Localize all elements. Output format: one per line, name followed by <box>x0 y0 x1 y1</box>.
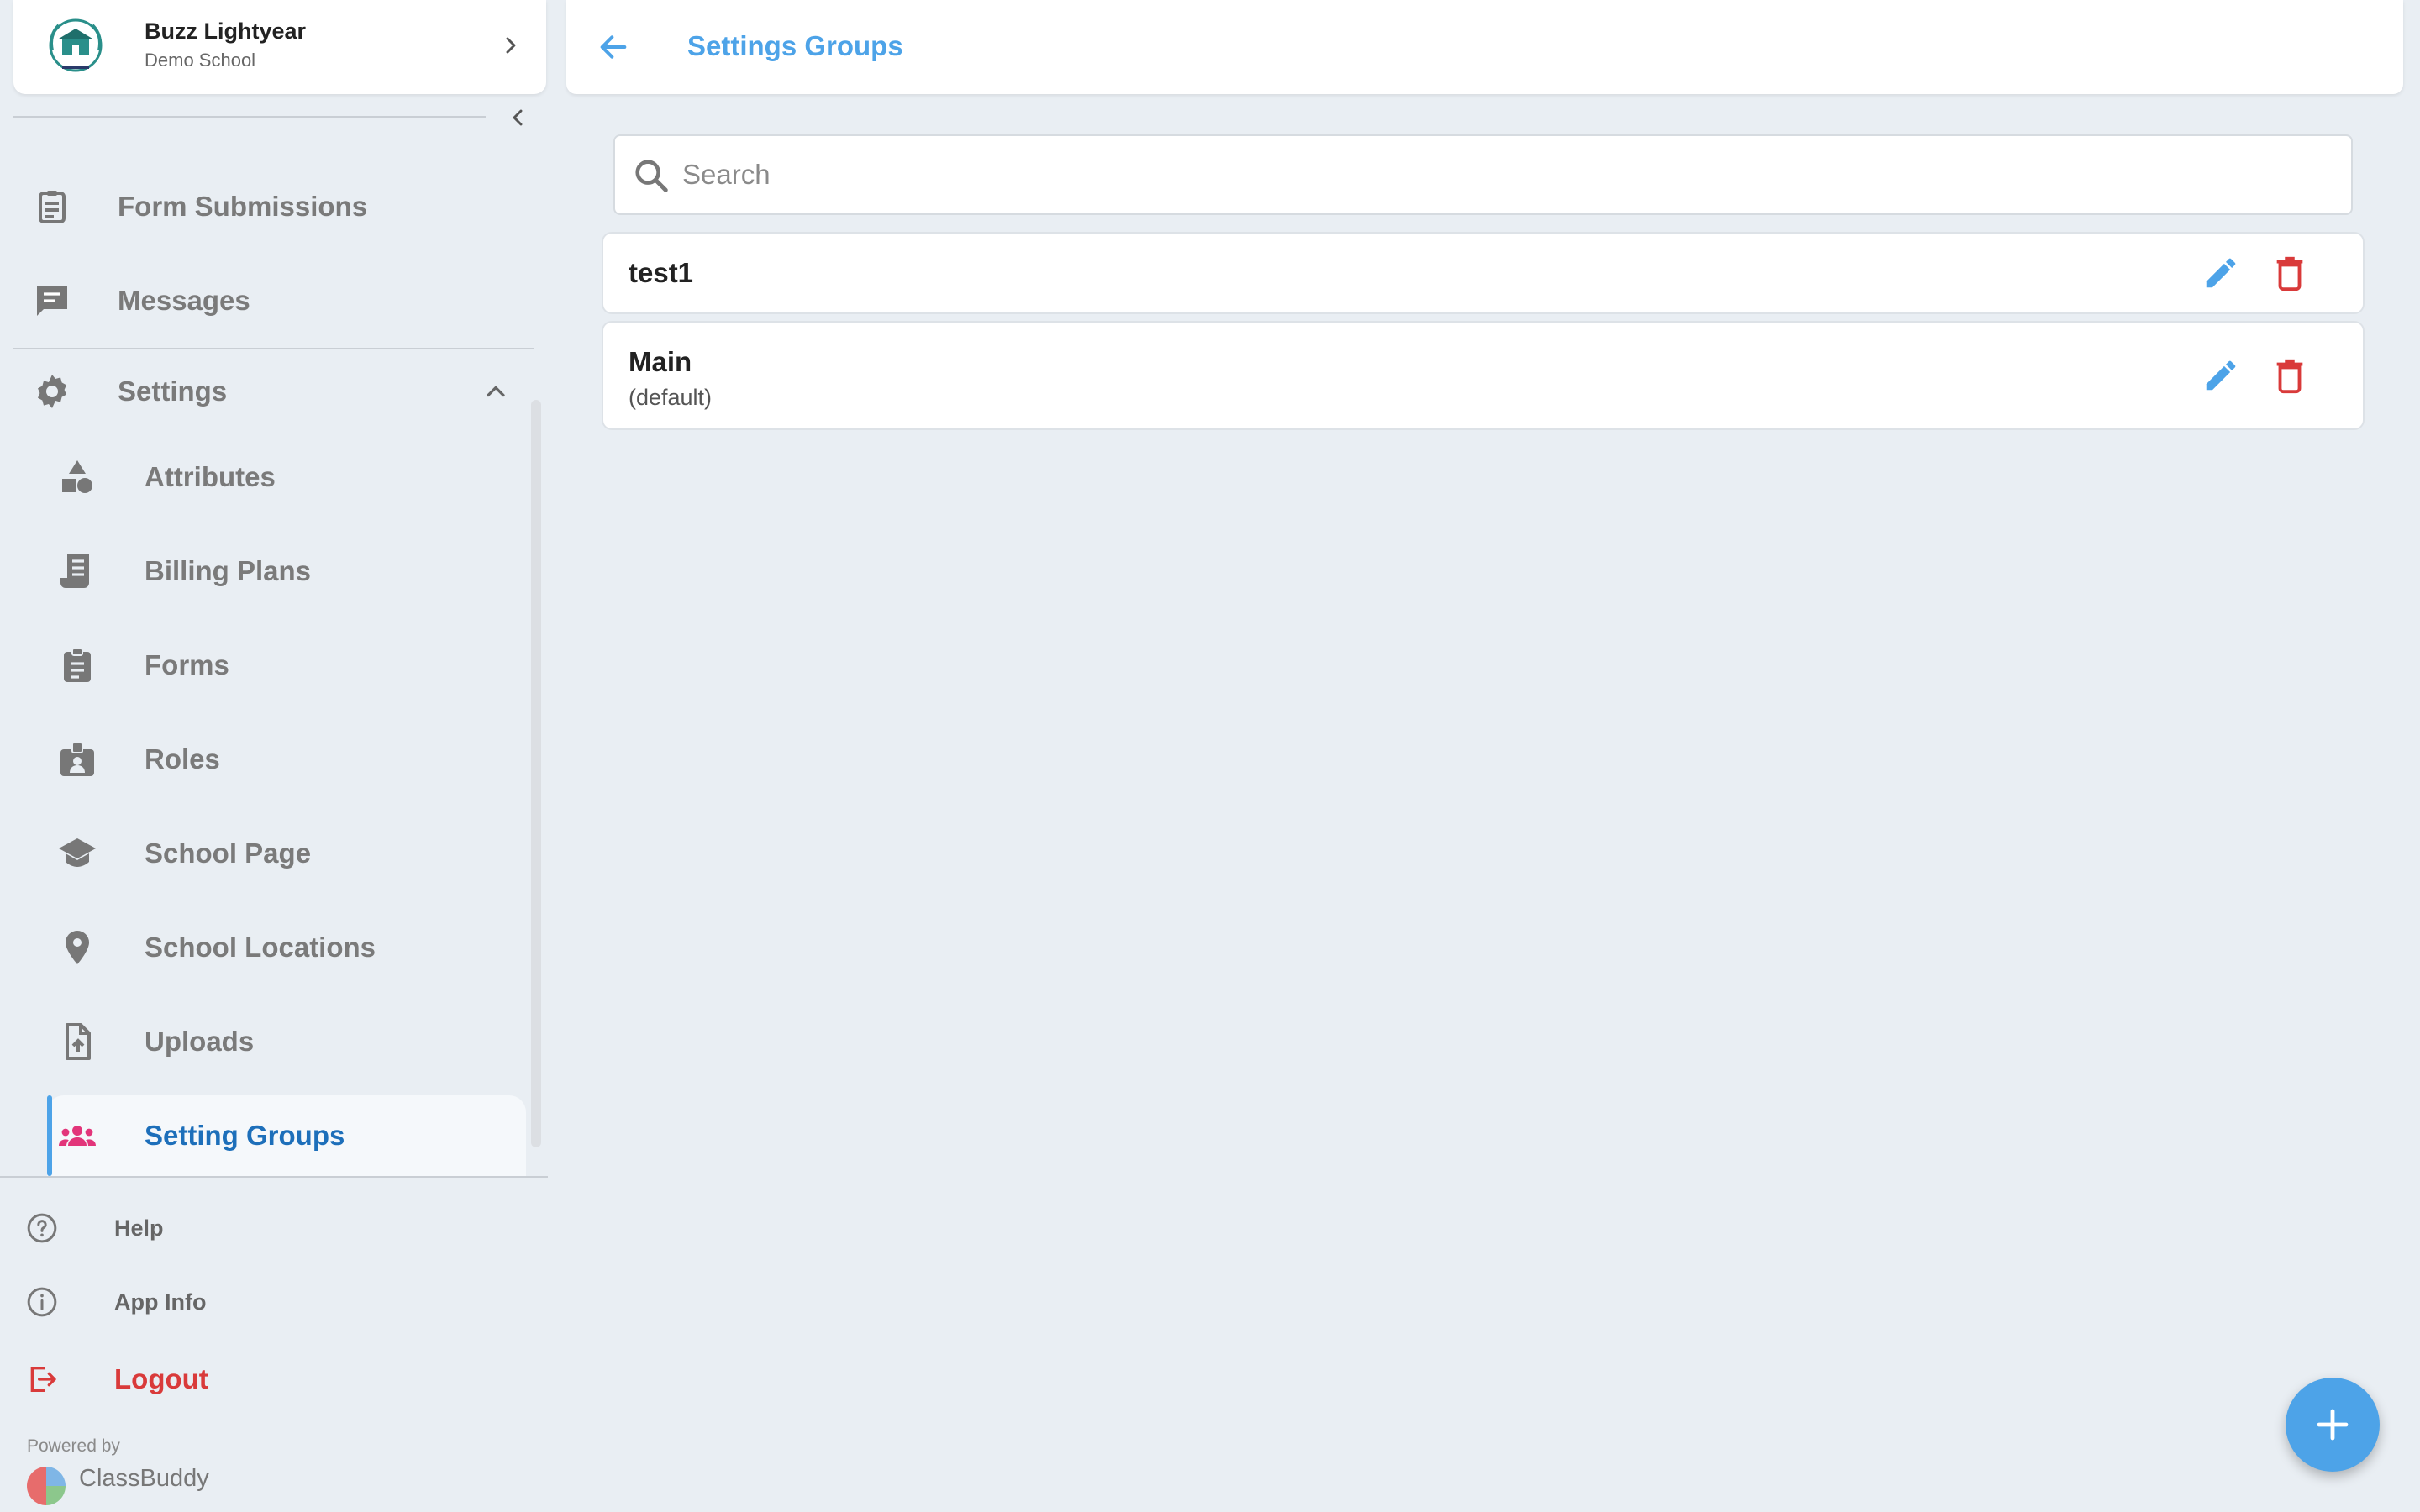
sidebar-item-label: Forms <box>145 649 229 680</box>
sidebar-item-form-submissions[interactable]: Form Submissions <box>13 166 534 247</box>
sidebar: Buzz Lightyear Demo School Form Submissi… <box>0 0 548 1512</box>
logout-button[interactable]: Logout <box>25 1354 208 1404</box>
back-arrow-icon[interactable] <box>597 30 630 64</box>
sidebar-item-label: Setting Groups <box>145 1120 345 1151</box>
chevron-up-icon[interactable] <box>481 376 511 407</box>
sidebar-item-label: Form Submissions <box>118 191 368 222</box>
sidebar-item-label: Billing Plans <box>145 555 312 586</box>
edit-pencil-icon[interactable] <box>2202 254 2240 292</box>
clipboard-icon <box>64 648 91 682</box>
page-title: Settings Groups <box>687 30 903 61</box>
brand-name: ClassBuddy <box>79 1465 209 1492</box>
search-box[interactable] <box>613 134 2353 215</box>
sidebar-item-forms[interactable]: Forms <box>13 625 534 706</box>
sidebar-item-label: Messages <box>118 285 250 316</box>
message-icon <box>37 286 67 316</box>
help-label: Help <box>114 1215 164 1241</box>
sidebar-item-billing-plans[interactable]: Billing Plans <box>13 531 534 612</box>
edit-pencil-icon[interactable] <box>2202 356 2240 395</box>
page-header: Settings Groups <box>566 0 2403 94</box>
help-circle-icon <box>27 1213 57 1243</box>
sidebar-item-school-page[interactable]: School Page <box>13 813 534 894</box>
sidebar-scrollbar[interactable] <box>531 400 541 1147</box>
chevron-right-icon <box>506 37 516 54</box>
badge-icon <box>60 742 94 776</box>
sidebar-item-settings[interactable]: Settings <box>13 351 534 432</box>
profile-name: Buzz Lightyear <box>145 18 307 44</box>
sidebar-item-school-locations[interactable]: School Locations <box>13 907 534 988</box>
add-group-button[interactable] <box>2286 1378 2380 1472</box>
powered-by-text: Powered by <box>27 1436 120 1456</box>
graduation-cap-icon <box>59 838 96 867</box>
profile-school: Demo School <box>145 50 256 71</box>
sidebar-item-attributes[interactable]: Attributes <box>13 437 534 517</box>
brand: ClassBuddy <box>25 1465 209 1505</box>
sidebar-item-label: Roles <box>145 743 220 774</box>
school-logo <box>49 18 103 72</box>
app-info-link[interactable]: App Info <box>25 1277 206 1327</box>
search-icon <box>635 160 668 192</box>
shapes-icon <box>62 460 92 493</box>
info-icon <box>27 1287 57 1317</box>
gear-icon <box>38 375 66 408</box>
logout-icon <box>30 1367 56 1392</box>
logout-label: Logout <box>114 1363 208 1394</box>
file-upload-icon <box>66 1023 91 1060</box>
group-icon <box>59 1126 96 1146</box>
sidebar-item-label: School Page <box>145 837 312 869</box>
search-input[interactable] <box>682 148 2329 202</box>
sidebar-item-messages[interactable]: Messages <box>13 260 534 341</box>
sidebar-item-setting-groups[interactable]: Setting Groups <box>47 1095 526 1176</box>
sidebar-item-roles[interactable]: Roles <box>13 719 534 800</box>
active-indicator <box>47 1095 52 1176</box>
plus-icon <box>2317 1409 2349 1441</box>
location-pin-icon <box>66 931 89 964</box>
help-link[interactable]: Help <box>25 1203 164 1253</box>
receipt-icon <box>60 554 89 588</box>
group-name: test1 <box>629 257 694 288</box>
clipboard-list-icon <box>39 191 66 223</box>
sidebar-item-label: Attributes <box>145 461 276 492</box>
group-name: Main <box>629 346 692 377</box>
app-info-label: App Info <box>114 1289 207 1315</box>
group-default-label: (default) <box>629 385 713 410</box>
trash-icon[interactable] <box>2270 254 2309 292</box>
sidebar-item-label: Uploads <box>145 1026 255 1057</box>
divider <box>0 1176 548 1178</box>
sidebar-item-label: Settings <box>118 375 228 407</box>
divider <box>13 116 486 118</box>
trash-icon[interactable] <box>2270 356 2309 395</box>
collapse-sidebar-button[interactable] <box>504 104 531 131</box>
divider <box>13 348 534 349</box>
list-item-group-test1[interactable]: test1 <box>602 232 2365 314</box>
classbuddy-logo-icon <box>27 1467 66 1505</box>
profile-card[interactable]: Buzz Lightyear Demo School <box>13 0 546 94</box>
sidebar-item-label: School Locations <box>145 932 376 963</box>
sidebar-item-uploads[interactable]: Uploads <box>13 1001 534 1082</box>
list-item-group-main[interactable]: Main (default) <box>602 321 2365 430</box>
